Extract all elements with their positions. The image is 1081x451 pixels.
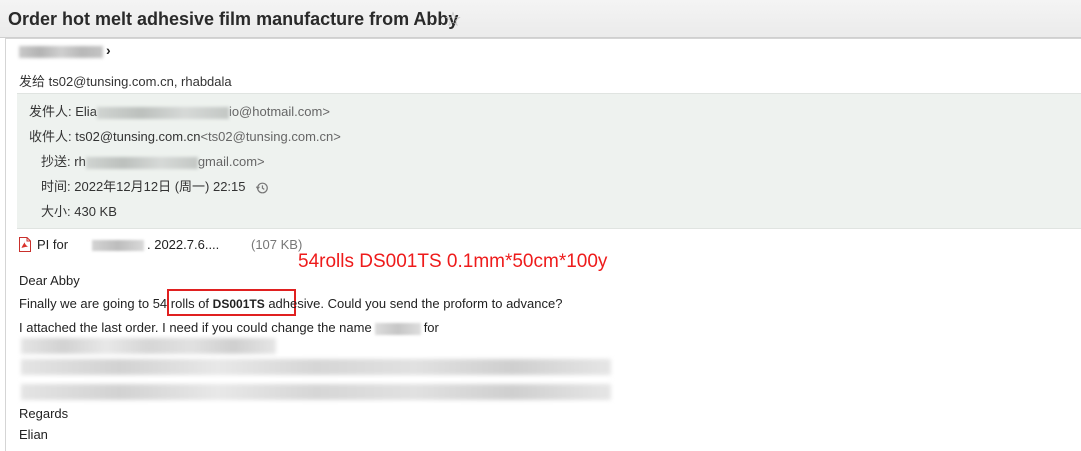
line1-highlight: 54 rolls of [152,296,213,311]
attachment-name-start[interactable]: PI for [37,237,68,252]
from-row: 发件人: Elia io@hotmail.com> [29,103,330,121]
line2-before: I attached the last order. I need if you… [19,320,372,335]
star-icon[interactable]: ☆ [444,7,462,32]
to-label: 收件人: [29,129,72,144]
attachment-name-end[interactable]: . 2022.7.6.... [147,237,219,252]
size-value: 430 KB [74,204,117,219]
from-value-start[interactable]: Elia [75,104,97,119]
greeting: Dear Abby [19,273,80,288]
attachment-size: (107 KB) [251,237,303,252]
time-row: 时间: 2022年12月12日 (周一) 22:15 [41,178,269,196]
time-value: 2022年12月12日 (周一) 22:15 [74,179,246,194]
email-details-box: 发件人: Elia io@hotmail.com> 收件人: ts02@tunsi… [17,93,1081,229]
annotation-callout: 54rolls DS001TS 0.1mm*50cm*100y [298,251,608,272]
regards: Regards [19,406,69,421]
size-label: 大小: [41,204,71,219]
size-row: 大小: 430 KB [41,203,117,221]
cc-label: 抄送: [41,154,71,169]
attachment-name-redacted [92,240,144,251]
body-line-2: I attached the last order. I need if you… [19,320,439,335]
history-icon[interactable] [255,181,269,195]
email-view: › 发给 ts02@tunsing.com.cn, rhabdala 发件人: … [5,38,1081,451]
line2-after: for [423,320,439,335]
from-value-end[interactable]: io@hotmail.com> [229,104,330,119]
title-bar: Order hot melt adhesive film manufacture… [0,0,1081,38]
from-label: 发件人: [29,104,72,119]
sender-expand-icon[interactable]: › [106,42,111,58]
recipients-summary: 发给 ts02@tunsing.com.cn, rhabdala [19,74,232,89]
sender-name-redacted [19,46,103,58]
body-line-1: Finally we are going to 54 rolls of DS00… [19,296,562,311]
to-address[interactable]: <ts02@tunsing.com.cn> [200,129,340,144]
cc-row: 抄送: rh gmail.com> [41,153,265,171]
cc-value-start[interactable]: rh [74,154,86,169]
name-redacted [374,322,421,335]
email-subject: Order hot melt adhesive film manufacture… [8,9,459,29]
to-row: 收件人: ts02@tunsing.com.cn<ts02@tunsing.co… [29,128,341,146]
signature: Elian [19,427,48,442]
time-label: 时间: [41,179,71,194]
line1-before: Finally we are going to [19,296,153,311]
pdf-file-icon [19,237,31,252]
cc-redacted [85,156,198,169]
cc-value-end[interactable]: gmail.com> [198,154,265,169]
redacted-line-1 [21,338,276,354]
redacted-line-2 [21,359,611,375]
product-code: DS001TS [212,297,265,311]
line1-after: adhesive. Could you send the proform to … [264,296,563,311]
to-name[interactable]: ts02@tunsing.com.cn [75,129,200,144]
redacted-line-3 [21,384,611,400]
from-redacted [96,106,229,119]
